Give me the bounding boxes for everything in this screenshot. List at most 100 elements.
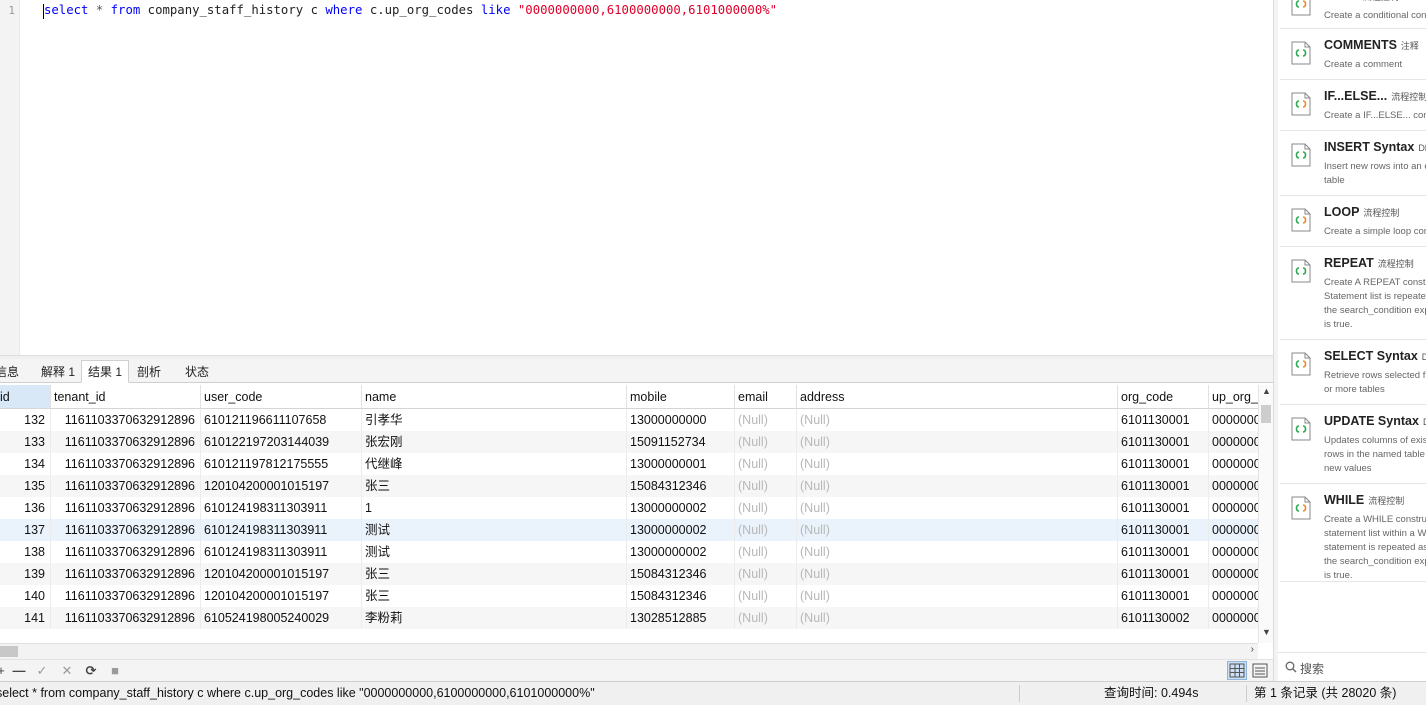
cell-name[interactable]: 张三 — [362, 563, 627, 585]
table-row[interactable]: 132 1161103370632912896 610121196611107658… — [0, 409, 1258, 431]
tab-profile[interactable]: 剖析 — [130, 360, 168, 383]
cell-tenant-id[interactable]: 1161103370632912896 — [51, 453, 201, 475]
cell-tenant-id[interactable]: 1161103370632912896 — [51, 519, 201, 541]
cell-tenant-id[interactable]: 1161103370632912896 — [51, 497, 201, 519]
form-view-button[interactable] — [1250, 661, 1270, 680]
table-row[interactable]: 140 1161103370632912896 120104200001015197… — [0, 585, 1258, 607]
cell-up-org-codes[interactable]: 0000000000 — [1209, 453, 1258, 475]
horizontal-scroll-thumb[interactable] — [0, 646, 18, 657]
cell-up-org-codes[interactable]: 0000000000 — [1209, 585, 1258, 607]
tab-status[interactable]: 状态 — [178, 360, 216, 383]
cell-id[interactable]: 140 — [0, 585, 51, 607]
cell-user-code[interactable]: 120104200001015197 — [201, 475, 362, 497]
cell-address[interactable]: (Null) — [797, 607, 1118, 629]
cell-org-code[interactable]: 6101130002 — [1118, 607, 1209, 629]
cell-tenant-id[interactable]: 1161103370632912896 — [51, 541, 201, 563]
cell-email[interactable]: (Null) — [735, 475, 797, 497]
check-icon[interactable]: ✓ — [33, 662, 51, 680]
cell-email[interactable]: (Null) — [735, 607, 797, 629]
cell-name[interactable]: 测试 — [362, 541, 627, 563]
cell-user-code[interactable]: 610121197812175555 — [201, 453, 362, 475]
cell-name[interactable]: 1 — [362, 497, 627, 519]
cell-mobile[interactable]: 15084312346 — [627, 585, 735, 607]
scroll-up-icon[interactable]: ▲ — [1262, 386, 1271, 396]
cell-id[interactable]: 136 — [0, 497, 51, 519]
tab-explain[interactable]: 解释 1 — [34, 360, 82, 383]
grid-view-button[interactable] — [1227, 661, 1247, 680]
snippet-item[interactable]: IF...ELSE... 流程控制 Create a IF...ELSE... co… — [1280, 80, 1426, 131]
cell-up-org-codes[interactable]: 0000000000 — [1209, 607, 1258, 629]
cell-user-code[interactable]: 610524198005240029 — [201, 607, 362, 629]
table-row[interactable]: 135 1161103370632912896 120104200001015197… — [0, 475, 1258, 497]
cell-id[interactable]: 135 — [0, 475, 51, 497]
cell-org-code[interactable]: 6101130001 — [1118, 453, 1209, 475]
table-row[interactable]: 136 1161103370632912896 610124198311303911… — [0, 497, 1258, 519]
cell-tenant-id[interactable]: 1161103370632912896 — [51, 409, 201, 431]
cell-address[interactable]: (Null) — [797, 585, 1118, 607]
snippet-item[interactable]: COMMENTS 注释 Create a comment — [1280, 29, 1426, 80]
tab-result[interactable]: 结果 1 — [81, 360, 130, 383]
sql-code-line[interactable]: select * from company_staff_history c wh… — [44, 3, 777, 17]
column-header-mobile[interactable]: mobile — [627, 385, 735, 409]
cell-tenant-id[interactable]: 1161103370632912896 — [51, 585, 201, 607]
column-header-org-code[interactable]: org_code — [1118, 385, 1209, 409]
plus-icon[interactable]: + — [0, 662, 10, 680]
vertical-scroll-thumb[interactable] — [1261, 405, 1271, 423]
table-row[interactable]: 139 1161103370632912896 120104200001015197… — [0, 563, 1258, 585]
cell-email[interactable]: (Null) — [735, 519, 797, 541]
column-header-email[interactable]: email — [735, 385, 797, 409]
cell-org-code[interactable]: 6101130001 — [1118, 585, 1209, 607]
cell-org-code[interactable]: 6101130001 — [1118, 563, 1209, 585]
cell-email[interactable]: (Null) — [735, 453, 797, 475]
cell-mobile[interactable]: 13000000002 — [627, 497, 735, 519]
column-header-up-org-codes[interactable]: up_org_codes — [1209, 385, 1258, 409]
cell-org-code[interactable]: 6101130001 — [1118, 541, 1209, 563]
scroll-down-icon[interactable]: ▼ — [1262, 627, 1271, 637]
cell-address[interactable]: (Null) — [797, 475, 1118, 497]
refresh-icon[interactable]: ⟳ — [82, 662, 100, 680]
cell-tenant-id[interactable]: 1161103370632912896 — [51, 607, 201, 629]
x-icon[interactable]: ✕ — [58, 662, 76, 680]
table-row[interactable]: 138 1161103370632912896 610124198311303911… — [0, 541, 1258, 563]
cell-id[interactable]: 134 — [0, 453, 51, 475]
cell-email[interactable]: (Null) — [735, 541, 797, 563]
minus-icon[interactable]: — — [10, 662, 28, 680]
cell-mobile[interactable]: 13028512885 — [627, 607, 735, 629]
sql-editor[interactable]: 1 select * from company_staff_history c … — [0, 0, 1273, 355]
cell-user-code[interactable]: 120104200001015197 — [201, 563, 362, 585]
cell-up-org-codes[interactable]: 0000000000 — [1209, 409, 1258, 431]
table-row[interactable]: 133 1161103370632912896 610122197203144039… — [0, 431, 1258, 453]
tab-info[interactable]: 信息 — [0, 360, 26, 383]
cell-user-code[interactable]: 120104200001015197 — [201, 585, 362, 607]
cell-id[interactable]: 137 — [0, 519, 51, 541]
cell-email[interactable]: (Null) — [735, 563, 797, 585]
cell-email[interactable]: (Null) — [735, 585, 797, 607]
cell-up-org-codes[interactable]: 0000000000 — [1209, 475, 1258, 497]
cell-org-code[interactable]: 6101130001 — [1118, 519, 1209, 541]
cell-id[interactable]: 138 — [0, 541, 51, 563]
snippet-item[interactable]: LOOP流程控制 Create a simple loop construct — [1280, 196, 1426, 247]
cell-org-code[interactable]: 6101130001 — [1118, 497, 1209, 519]
cell-email[interactable]: (Null) — [735, 431, 797, 453]
cell-mobile[interactable]: 13000000001 — [627, 453, 735, 475]
cell-user-code[interactable]: 610124198311303911 — [201, 519, 362, 541]
cell-name[interactable]: 引孝华 — [362, 409, 627, 431]
column-header-id[interactable]: id — [0, 385, 51, 409]
cell-name[interactable]: 代继峰 — [362, 453, 627, 475]
snippet-item[interactable]: REPEAT流程控制 Create A REPEAT construct. The… — [1280, 247, 1426, 340]
cell-address[interactable]: (Null) — [797, 497, 1118, 519]
grid-vertical-scrollbar[interactable]: ▲ ▼ — [1258, 385, 1273, 643]
scroll-right-icon[interactable]: › — [1251, 644, 1254, 655]
cell-name[interactable]: 测试 — [362, 519, 627, 541]
snippet-item[interactable]: INSERT SyntaxDML Insert new rows into an … — [1280, 131, 1426, 196]
cell-name[interactable]: 李粉莉 — [362, 607, 627, 629]
cell-address[interactable]: (Null) — [797, 409, 1118, 431]
cell-address[interactable]: (Null) — [797, 519, 1118, 541]
cell-up-org-codes[interactable]: 0000000000 — [1209, 519, 1258, 541]
cell-mobile[interactable]: 13000000002 — [627, 541, 735, 563]
cell-mobile[interactable]: 15084312346 — [627, 563, 735, 585]
cell-mobile[interactable]: 15091152734 — [627, 431, 735, 453]
column-header-address[interactable]: address — [797, 385, 1118, 409]
cell-tenant-id[interactable]: 1161103370632912896 — [51, 475, 201, 497]
cell-up-org-codes[interactable]: 0000000000 — [1209, 497, 1258, 519]
